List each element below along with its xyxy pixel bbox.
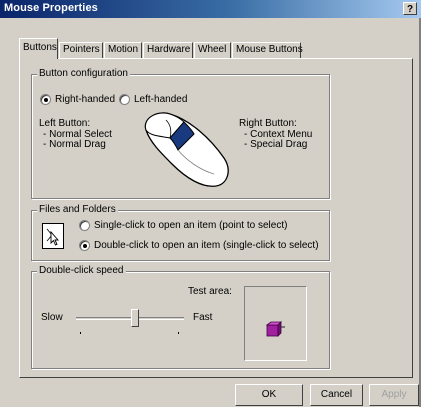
tab-wheel[interactable]: Wheel	[194, 42, 231, 58]
mouse-properties-window: Mouse Properties ? Buttons Pointers Moti…	[0, 0, 421, 407]
double-click-speed-slider-track[interactable]	[76, 317, 184, 320]
right-handed-radio[interactable]	[40, 94, 51, 105]
tab-motion[interactable]: Motion	[104, 42, 142, 58]
tab-mouse-buttons[interactable]: Mouse Buttons	[232, 42, 303, 58]
files-and-folders-group: Files and Folders Single-click to open a…	[31, 204, 330, 261]
double-click-speed-group: Double-click speed Test area: Slow Fast	[31, 265, 330, 369]
double-click-test-area[interactable]	[244, 286, 307, 361]
slider-tick	[80, 332, 81, 334]
ok-button[interactable]: OK	[235, 384, 303, 406]
left-button-item: - Normal Drag	[43, 139, 106, 150]
button-configuration-label: Button configuration	[37, 68, 130, 79]
tab-buttons[interactable]: Buttons	[19, 38, 58, 59]
double-click-radio[interactable]	[79, 240, 90, 251]
cancel-button[interactable]: Cancel	[310, 384, 363, 406]
title-bar[interactable]: Mouse Properties ?	[0, 0, 421, 18]
left-button-heading: Left Button:	[39, 118, 91, 129]
window-title: Mouse Properties	[4, 2, 98, 14]
fast-label: Fast	[193, 312, 213, 323]
right-button-heading: Right Button:	[239, 118, 297, 129]
jack-in-box-icon[interactable]	[266, 321, 286, 339]
single-click-radio[interactable]	[79, 220, 90, 231]
tab-pointers[interactable]: Pointers	[59, 42, 103, 58]
slider-tick	[178, 332, 179, 334]
button-configuration-group: Button configuration Right-handed Left-h…	[31, 68, 330, 199]
single-click-label[interactable]: Single-click to open an item (point to s…	[94, 220, 287, 231]
buttons-tab-panel: Button configuration Right-handed Left-h…	[19, 58, 413, 378]
left-handed-radio[interactable]	[119, 94, 130, 105]
mouse-image	[144, 112, 229, 187]
files-and-folders-label: Files and Folders	[37, 204, 118, 215]
double-click-speed-label: Double-click speed	[37, 265, 126, 276]
right-button-item: - Special Drag	[244, 139, 308, 150]
left-handed-label[interactable]: Left-handed	[134, 94, 187, 105]
folder-pointer-icon	[42, 223, 64, 249]
slow-label: Slow	[41, 312, 63, 323]
apply-button[interactable]: Apply	[369, 384, 419, 406]
help-button[interactable]: ?	[403, 2, 417, 15]
test-area-label: Test area:	[188, 286, 232, 297]
right-handed-label[interactable]: Right-handed	[55, 94, 115, 105]
tab-hardware[interactable]: Hardware	[143, 42, 193, 58]
double-click-label[interactable]: Double-click to open an item (single-cli…	[94, 240, 319, 251]
double-click-speed-slider-thumb[interactable]	[131, 309, 140, 327]
